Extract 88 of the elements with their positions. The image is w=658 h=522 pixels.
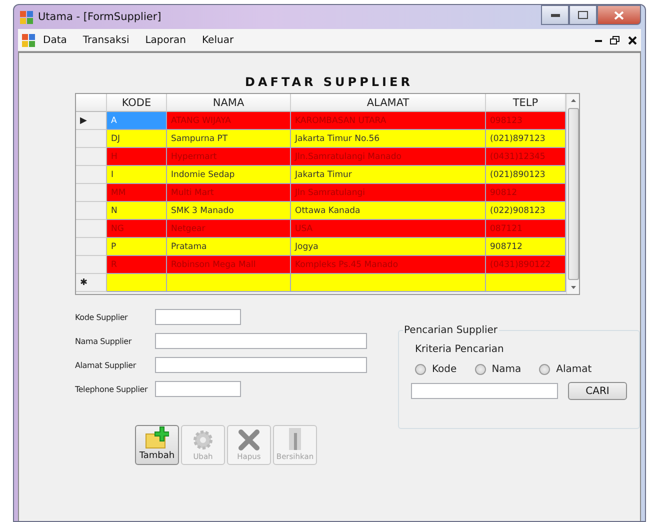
radio-option[interactable]: Nama: [474, 364, 522, 375]
table-cell: P: [107, 238, 167, 256]
column-header[interactable]: NAMA: [167, 94, 291, 112]
table-cell: Multi Mart: [167, 184, 291, 202]
minimize-button[interactable]: [541, 5, 569, 25]
table-cell: (0431)890122: [486, 256, 566, 274]
row-header[interactable]: ✱: [76, 274, 107, 292]
table-cell: Sampurna PT: [167, 130, 291, 148]
column-header[interactable]: ALAMAT: [291, 94, 486, 112]
table-cell: Indomie Sedap: [167, 166, 291, 184]
group-title: Pencarian Supplier: [403, 325, 499, 336]
search-button[interactable]: CARI: [568, 382, 627, 400]
radio-option[interactable]: Kode: [415, 364, 457, 375]
table-cell: MM: [107, 184, 167, 202]
table-cell: (021)897123: [486, 130, 566, 148]
column-header[interactable]: TELP: [486, 94, 566, 112]
table-cell: H: [107, 148, 167, 166]
table-cell: Kompleks Ps.45 Manado: [291, 256, 486, 274]
table-cell: (022)908123: [486, 202, 566, 220]
column-header: [76, 94, 107, 112]
table-cell: ATANG WIJAYA: [167, 112, 291, 130]
table-cell: Robinson Mega Mall: [167, 256, 291, 274]
input-field[interactable]: [155, 309, 241, 325]
menu-item[interactable]: Keluar: [194, 34, 242, 46]
table-cell: 087121: [486, 220, 566, 238]
input-field[interactable]: [155, 333, 367, 349]
row-header[interactable]: [76, 202, 107, 220]
field-label: Kode Supplier: [75, 312, 129, 322]
row-header[interactable]: [76, 256, 107, 274]
window-title: Utama - [FormSupplier]: [38, 11, 162, 23]
close-icon: [614, 10, 624, 20]
minimize-icon: [550, 14, 560, 16]
menu-item[interactable]: Transaksi: [74, 34, 138, 46]
table-cell: USA: [291, 220, 486, 238]
row-header[interactable]: [76, 220, 107, 238]
toolbar-button[interactable]: Tambah: [135, 425, 179, 465]
table-cell: Jogya: [291, 238, 486, 256]
restore-icon[interactable]: [610, 36, 620, 44]
menu-item[interactable]: Data: [35, 34, 75, 46]
minimize-icon[interactable]: [595, 38, 602, 42]
table-cell: Jln Samratulangi: [291, 184, 486, 202]
search-field[interactable]: [411, 383, 558, 399]
table-cell: 90812: [486, 184, 566, 202]
close-icon[interactable]: [628, 36, 637, 44]
row-header[interactable]: [76, 238, 107, 256]
gear-icon: [192, 429, 214, 451]
table-cell: Pratama: [167, 238, 291, 256]
criteria-label: Kriteria Pencarian: [415, 344, 505, 355]
table-cell: SMK 3 Manado: [167, 202, 291, 220]
form-heading: DAFTAR SUPPLIER: [245, 75, 414, 91]
field-label: Alamat Supplier: [75, 360, 138, 370]
table-cell: Jakarta Timur No.56: [291, 130, 486, 148]
maximize-icon: [578, 11, 588, 19]
table-cell: (0431)12345: [486, 148, 566, 166]
field-label: Nama Supplier: [75, 336, 133, 346]
app-icon: [22, 34, 35, 46]
table-cell: KAROMBASAN UTARA: [291, 112, 486, 130]
close-button[interactable]: [597, 5, 641, 25]
table-cell: A: [107, 112, 167, 130]
input-field[interactable]: [155, 381, 241, 397]
row-header[interactable]: [76, 184, 107, 202]
table-cell: Ottawa Kanada: [291, 202, 486, 220]
table-cell: (021)890123: [486, 166, 566, 184]
row-header[interactable]: [76, 166, 107, 184]
row-header[interactable]: [76, 148, 107, 166]
maximize-button[interactable]: [569, 5, 597, 25]
table-cell: Jakarta Timur: [291, 166, 486, 184]
cross-icon: [238, 429, 260, 451]
scrollbar[interactable]: [566, 94, 579, 294]
column-header[interactable]: KODE: [107, 94, 167, 112]
folder-add-icon: [145, 426, 169, 450]
menu-item[interactable]: Laporan: [137, 34, 194, 46]
table-cell: N: [107, 202, 167, 220]
table-cell: Hypermart: [167, 148, 291, 166]
table-cell: Jln.Samratulangi Manado: [291, 148, 486, 166]
input-field[interactable]: [155, 357, 367, 373]
row-header[interactable]: ▶: [76, 112, 107, 130]
radio-option[interactable]: Alamat: [539, 364, 592, 375]
table-cell: I: [107, 166, 167, 184]
table-cell: Netgear: [167, 220, 291, 238]
table-cell: 908712: [486, 238, 566, 256]
table-cell: 098123: [486, 112, 566, 130]
field-label: Telephone Supplier: [75, 384, 149, 394]
table-cell: NG: [107, 220, 167, 238]
row-header[interactable]: [76, 130, 107, 148]
table-cell: DJ: [107, 130, 167, 148]
app-icon: [20, 10, 33, 24]
table-cell: R: [107, 256, 167, 274]
